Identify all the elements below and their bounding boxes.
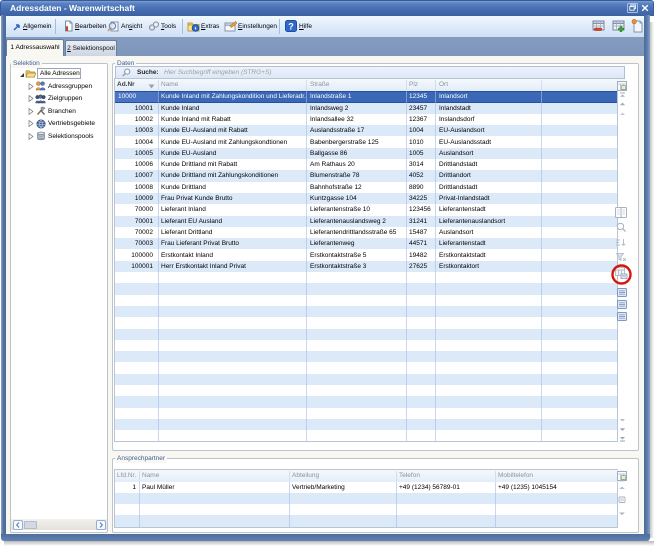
svg-text:?: ? — [288, 21, 294, 31]
